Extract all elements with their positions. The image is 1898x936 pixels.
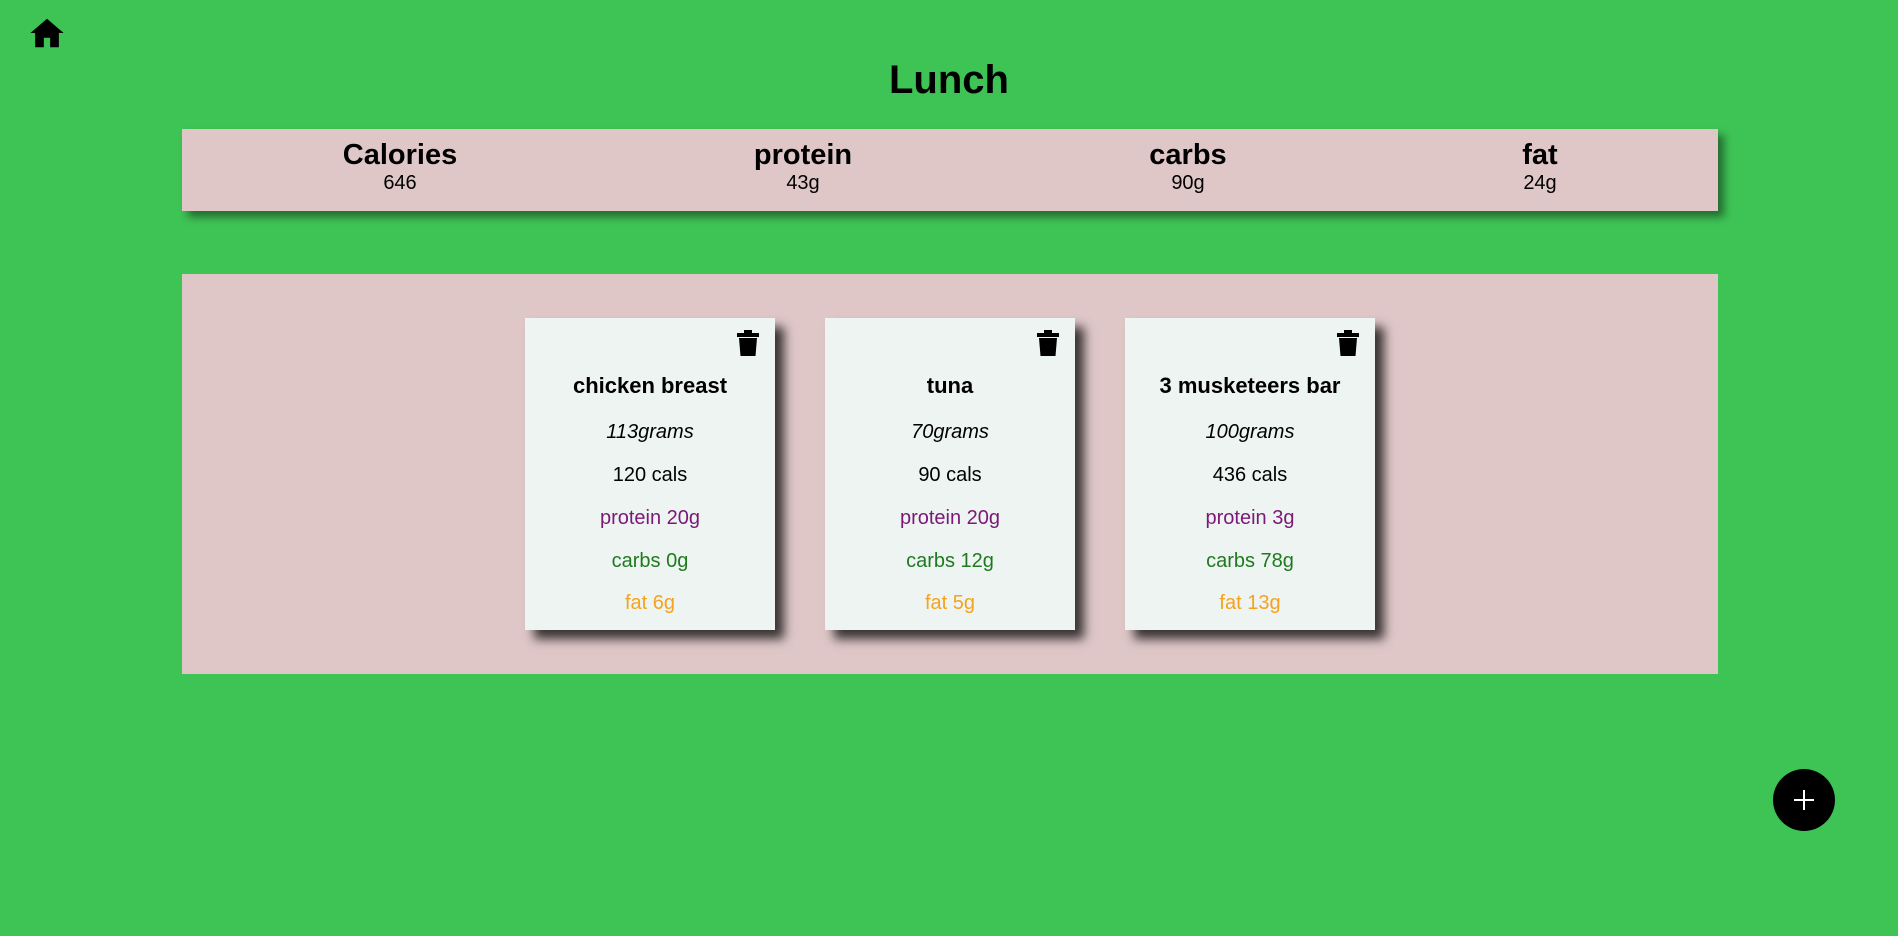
- food-name: tuna: [926, 373, 974, 398]
- food-fat: fat 13g: [1219, 592, 1281, 614]
- total-fat-label: fat: [1522, 139, 1558, 171]
- food-name: chicken breast: [572, 373, 728, 398]
- home-icon: [30, 18, 64, 48]
- food-card: chicken breast 113grams 120 cals protein…: [525, 318, 775, 630]
- total-carbs-label: carbs: [1149, 139, 1227, 171]
- delete-food-button[interactable]: [737, 330, 759, 356]
- food-grams: 100grams: [1205, 421, 1295, 443]
- food-carbs: carbs 78g: [1206, 550, 1294, 572]
- food-fat: fat 6g: [624, 592, 676, 614]
- total-protein-label: protein: [753, 139, 853, 171]
- food-grams: 70grams: [911, 421, 989, 443]
- total-protein-value: 43g: [786, 172, 820, 194]
- trash-icon: [1337, 330, 1359, 356]
- total-calories-value: 646: [383, 172, 417, 194]
- totals-bar: Calories 646 protein 43g carbs 90g fat 2…: [182, 129, 1718, 211]
- food-grams: 113grams: [606, 421, 694, 443]
- food-card: tuna 70grams 90 cals protein 20g carbs 1…: [825, 318, 1075, 630]
- page-title: Lunch: [889, 58, 1009, 102]
- total-fat: fat 24g: [1420, 139, 1660, 195]
- food-calories: 90 cals: [918, 464, 982, 486]
- total-protein: protein 43g: [683, 139, 923, 195]
- trash-icon: [737, 330, 759, 356]
- add-food-button[interactable]: [1773, 769, 1835, 831]
- food-carbs: carbs 0g: [611, 550, 689, 572]
- delete-food-button[interactable]: [1037, 330, 1059, 356]
- plus-icon: [1794, 790, 1814, 810]
- food-fat: fat 5g: [924, 592, 976, 614]
- food-protein: protein 20g: [599, 507, 701, 529]
- home-button[interactable]: [28, 14, 66, 52]
- food-list-panel: chicken breast 113grams 120 cals protein…: [182, 274, 1718, 674]
- food-protein: protein 20g: [899, 507, 1001, 529]
- total-carbs: carbs 90g: [1068, 139, 1308, 195]
- food-calories: 436 cals: [1212, 464, 1288, 486]
- total-fat-value: 24g: [1523, 172, 1557, 194]
- food-protein: protein 3g: [1205, 507, 1295, 529]
- food-card: 3 musketeers bar 100grams 436 cals prote…: [1125, 318, 1375, 630]
- trash-icon: [1037, 330, 1059, 356]
- delete-food-button[interactable]: [1337, 330, 1359, 356]
- food-calories: 120 cals: [612, 464, 688, 486]
- total-carbs-value: 90g: [1171, 172, 1205, 194]
- total-calories-label: Calories: [342, 139, 458, 171]
- total-calories: Calories 646: [280, 139, 520, 195]
- food-carbs: carbs 12g: [906, 550, 994, 572]
- food-name: 3 musketeers bar: [1159, 373, 1341, 398]
